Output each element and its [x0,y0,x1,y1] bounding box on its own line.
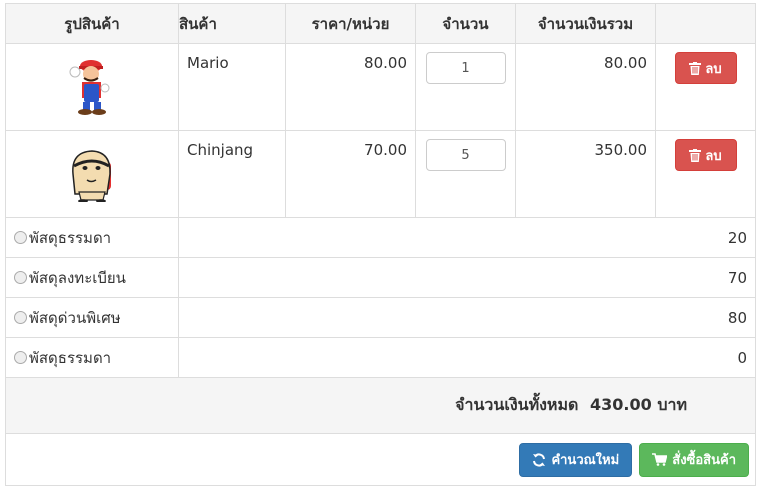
cart-item-row: Chinjang 70.00 350.00 ลบ [5,130,756,218]
shipping-option[interactable]: พัสดุธรรมดา [5,337,179,378]
delete-cell: ลบ [655,43,756,131]
line-total: 80.00 [515,43,656,131]
header-actions [655,3,756,44]
delete-button-label: ลบ [705,61,722,77]
shipping-option[interactable]: พัสดุธรรมดา [5,217,179,258]
radio-button[interactable] [14,350,27,364]
radio-button[interactable] [14,310,27,324]
header-row: รูปสินค้า สินค้า ราคา/หน่วย จำนวน จำนวนเ… [5,3,756,44]
quantity-input[interactable] [425,52,506,84]
shipping-option[interactable]: พัสดุด่วนพิเศษ [5,297,179,338]
shipping-option-row: พัสดุลงทะเบียน 70 [5,257,756,298]
order-button-label: สั่งซื้อสินค้า [672,453,736,468]
shipping-price: 70 [178,257,756,298]
shipping-option-label: พัสดุด่วนพิเศษ [29,308,121,327]
grand-total-currency: บาท [657,395,687,414]
quantity-cell [415,43,516,131]
cart-table: รูปสินค้า สินค้า ราคา/หน่วย จำนวน จำนวนเ… [5,3,756,486]
product-image-cell [5,43,179,131]
grand-total: จำนวนเงินทั้งหมด 430.00 บาท [5,377,756,434]
grand-total-label: จำนวนเงินทั้งหมด [455,395,579,414]
shipping-price: 80 [178,297,756,338]
trash-icon [689,148,702,162]
unit-price: 70.00 [285,130,416,218]
line-total: 350.00 [515,130,656,218]
shipping-option-label: พัสดุธรรมดา [29,348,112,367]
header-unit-price: ราคา/หน่วย [285,3,416,44]
recalculate-button[interactable]: คำนวณใหม่ [519,442,633,477]
shipping-price: 0 [178,337,756,378]
delete-button-label: ลบ [705,148,722,164]
header-product: สินค้า [178,3,286,44]
summary-row: จำนวนเงินทั้งหมด 430.00 บาท [5,377,756,434]
quantity-input[interactable] [425,139,506,171]
shipping-option-label: พัสดุธรรมดา [29,228,112,247]
delete-button[interactable]: ลบ [674,52,737,84]
grand-total-amount: 430.00 [589,395,652,414]
unit-price: 80.00 [285,43,416,131]
mario-figure-image [69,60,110,115]
cart-page: รูปสินค้า สินค้า ราคา/หน่วย จำนวน จำนวนเ… [0,0,757,486]
cart-icon [652,453,668,466]
delete-button[interactable]: ลบ [674,139,737,171]
product-name: Chinjang [178,130,286,218]
delete-cell: ลบ [655,130,756,218]
chinjang-figure-image [72,150,111,202]
actions-row: คำนวณใหม่ สั่งซื้อสินค้า [5,433,756,486]
radio-button[interactable] [14,230,27,244]
header-quantity: จำนวน [415,3,516,44]
shipping-option-row: พัสดุด่วนพิเศษ 80 [5,297,756,338]
shipping-option[interactable]: พัสดุลงทะเบียน [5,257,179,298]
shipping-option-row: พัสดุธรรมดา 20 [5,217,756,258]
shipping-option-row: พัสดุธรรมดา 0 [5,337,756,378]
header-image: รูปสินค้า [5,3,179,44]
actions-cell: คำนวณใหม่ สั่งซื้อสินค้า [5,433,756,486]
order-button[interactable]: สั่งซื้อสินค้า [639,442,749,477]
header-line-total: จำนวนเงินรวม [515,3,656,44]
cart-item-row: Mario 80.00 80.00 ลบ [5,43,756,131]
trash-icon [689,61,702,75]
recalculate-button-label: คำนวณใหม่ [551,453,620,468]
radio-button[interactable] [14,270,27,284]
product-image-cell [5,130,179,218]
shipping-option-label: พัสดุลงทะเบียน [29,268,126,287]
quantity-cell [415,130,516,218]
refresh-icon [533,452,546,467]
shipping-price: 20 [178,217,756,258]
product-name: Mario [178,43,286,131]
